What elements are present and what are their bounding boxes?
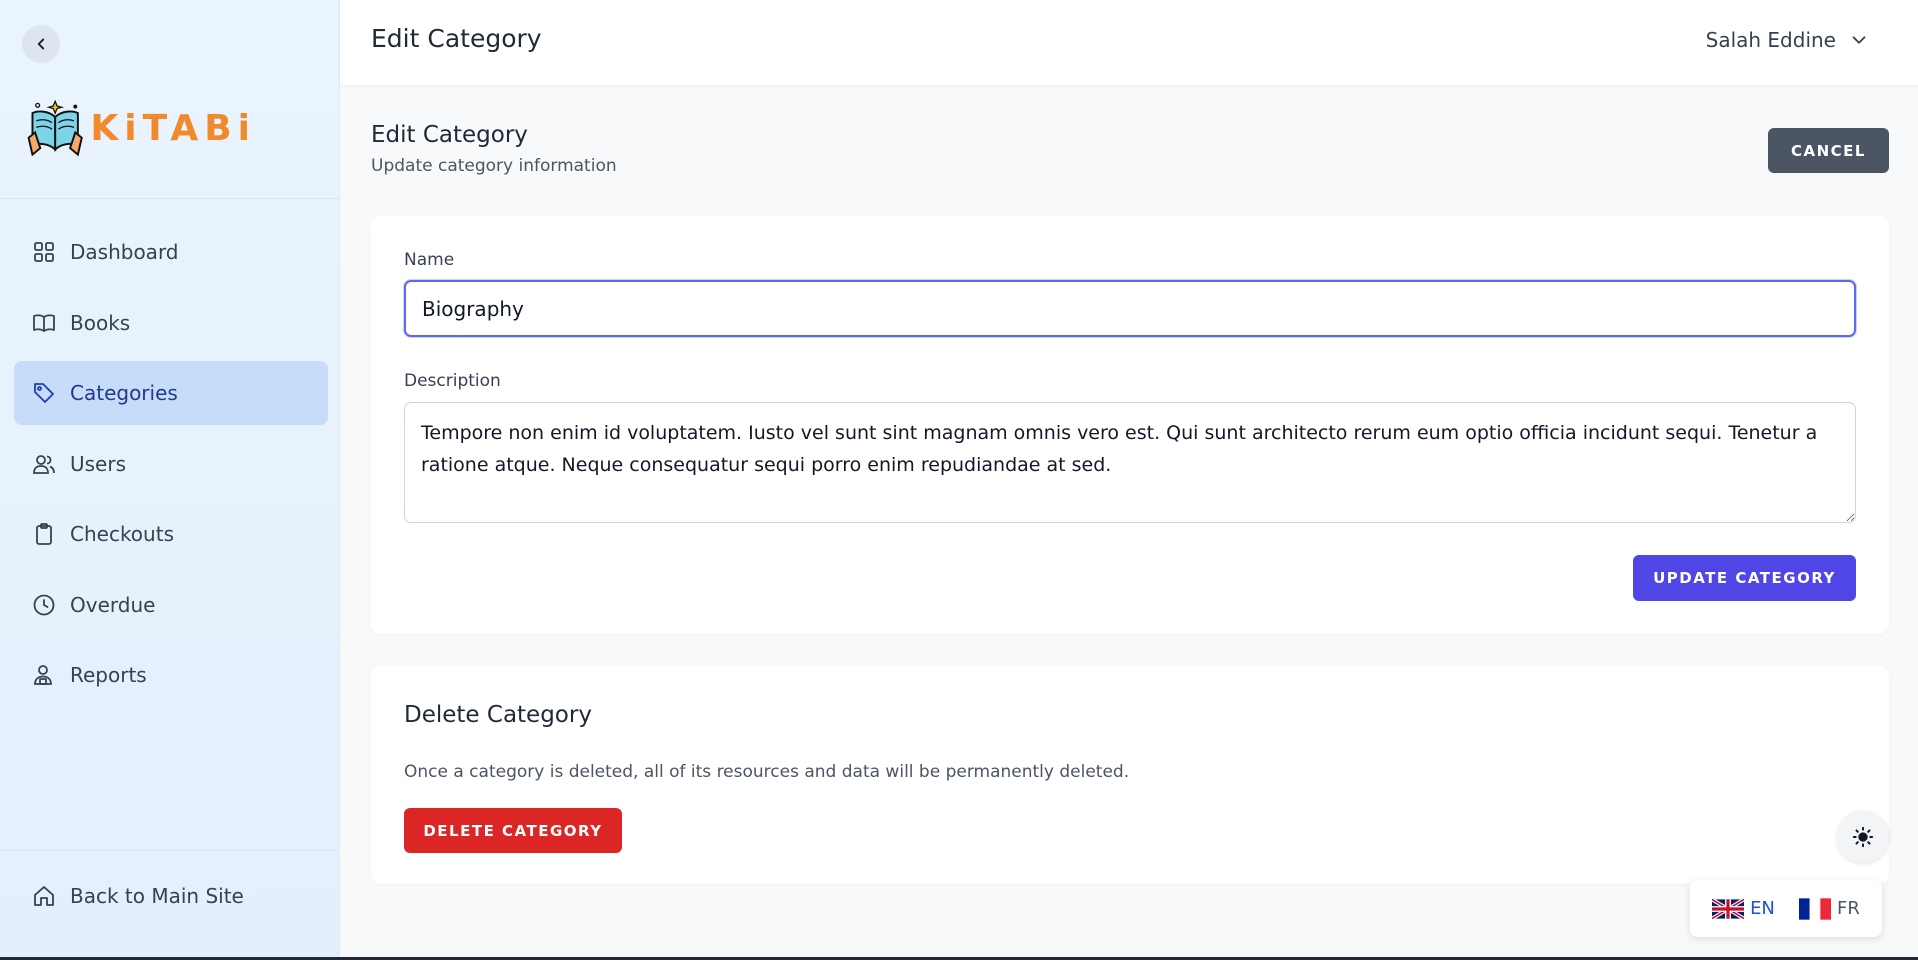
- page-title: Edit Category: [371, 24, 542, 53]
- sidebar-item-label: Books: [70, 310, 131, 335]
- grid-icon: [34, 242, 54, 262]
- sidebar-item-categories[interactable]: Categories: [14, 361, 328, 425]
- theme-toggle-button[interactable]: [1837, 811, 1889, 863]
- open-book-logo-icon: [27, 99, 83, 157]
- language-code: FR: [1837, 898, 1860, 919]
- sidebar-item-reports[interactable]: Reports: [14, 643, 328, 707]
- user-menu-dropdown[interactable]: Salah Eddine: [1706, 28, 1870, 52]
- clipboard-icon: [36, 523, 52, 545]
- description-label: Description: [404, 371, 501, 391]
- sidebar-nav: Dashboard Books Categories Users Checkou…: [14, 220, 328, 714]
- sidebar-divider: [0, 850, 339, 851]
- section-header: Edit Category Update category informatio…: [371, 122, 617, 176]
- book-icon: [33, 313, 55, 332]
- back-to-main-site-label: Back to Main Site: [70, 884, 244, 908]
- sidebar-item-label: Categories: [70, 381, 178, 405]
- sidebar-item-label: Users: [70, 451, 127, 476]
- user-name: Salah Eddine: [1705, 28, 1836, 52]
- app-logo[interactable]: KiTABi: [26, 80, 256, 176]
- tag-icon: [34, 383, 54, 403]
- sidebar-item-checkouts[interactable]: Checkouts: [14, 502, 328, 566]
- chevron-down-icon: [1852, 36, 1866, 44]
- brand-name: KiTABi: [90, 107, 256, 149]
- delete-category-button[interactable]: DELETE CATEGORY: [404, 808, 622, 853]
- sidebar-item-label: Overdue: [70, 592, 156, 617]
- sidebar: KiTABi Dashboard Books Categories Users …: [0, 0, 340, 960]
- delete-category-section: Delete Category Once a category is delet…: [371, 666, 1889, 884]
- language-switcher: EN FR: [1690, 880, 1882, 937]
- sidebar-item-dashboard[interactable]: Dashboard: [14, 220, 328, 284]
- delete-section-title: Delete Category: [404, 702, 592, 728]
- user-report-icon: [34, 665, 52, 685]
- sidebar-item-label: Checkouts: [70, 522, 174, 546]
- sidebar-item-books[interactable]: Books: [14, 291, 328, 355]
- sidebar-item-label: Reports: [70, 663, 147, 687]
- chevron-left-icon: [37, 38, 45, 50]
- sidebar-divider: [0, 198, 339, 199]
- update-category-button[interactable]: UPDATE CATEGORY: [1633, 555, 1856, 601]
- home-icon: [34, 886, 54, 906]
- name-label: Name: [404, 250, 455, 270]
- edit-category-form: Name Description Tempore non enim id vol…: [371, 216, 1889, 634]
- users-icon: [33, 454, 55, 474]
- language-code: EN: [1750, 898, 1775, 919]
- clock-icon: [33, 594, 55, 615]
- sun-icon: [1852, 826, 1874, 848]
- language-option-fr[interactable]: FR: [1799, 897, 1860, 920]
- description-textarea[interactable]: Tempore non enim id voluptatem. Iusto ve…: [404, 402, 1856, 523]
- top-bar: Edit Category Salah Eddine: [340, 0, 1918, 85]
- sidebar-item-label: Dashboard: [70, 240, 179, 264]
- language-option-en[interactable]: EN: [1712, 898, 1775, 919]
- section-subtitle: Update category information: [371, 156, 617, 176]
- section-title: Edit Category: [371, 122, 528, 148]
- delete-warning-text: Once a category is deleted, all of its r…: [404, 762, 1130, 782]
- name-input[interactable]: [404, 280, 1856, 337]
- cancel-button[interactable]: CANCEL: [1768, 128, 1889, 173]
- sidebar-item-users[interactable]: Users: [14, 432, 328, 496]
- sidebar-item-overdue[interactable]: Overdue: [14, 573, 328, 637]
- uk-flag-icon: [1712, 898, 1745, 919]
- back-to-main-site-link[interactable]: Back to Main Site: [32, 884, 244, 908]
- collapse-sidebar-button[interactable]: [22, 25, 60, 63]
- france-flag-icon: [1799, 897, 1832, 920]
